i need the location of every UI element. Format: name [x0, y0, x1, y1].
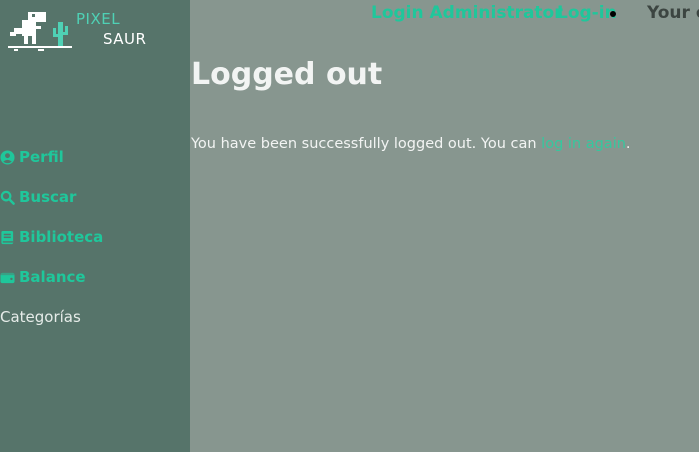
message-text: You have been successfully logged out. Y… — [191, 136, 542, 152]
sidebar-item-label: Categorías — [0, 308, 81, 326]
sidebar-item-label: Buscar — [19, 188, 77, 206]
sidebar-item-perfil[interactable]: Perfil — [0, 137, 190, 177]
sidebar-item-label: Perfil — [19, 148, 64, 166]
sidebar-item-buscar[interactable]: Buscar — [0, 177, 190, 217]
login-again-link[interactable]: log in again — [541, 136, 626, 152]
top-navbar: Login Administrator Log-in Your o — [0, 0, 699, 28]
user-circle-icon — [0, 149, 15, 165]
login-administrator-link[interactable]: Login Administrator — [371, 3, 563, 23]
message-end: . — [625, 136, 631, 152]
sidebar-item-balance[interactable]: Balance — [0, 257, 190, 297]
sidebar: PIXEL SAUR Perfil Buscar Biblioteca Bala… — [0, 0, 190, 452]
book-icon — [1, 230, 14, 244]
sidebar-nav: Perfil Buscar Biblioteca Balance Categor… — [0, 137, 190, 337]
sidebar-item-categorias[interactable]: Categorías — [0, 297, 190, 337]
brand-word-saur: SAUR — [103, 30, 147, 48]
bullet-dot — [610, 11, 616, 17]
logout-message: You have been successfully logged out. Y… — [191, 136, 631, 152]
sidebar-item-biblioteca[interactable]: Biblioteca — [0, 217, 190, 257]
top-right-text: Your o — [647, 3, 699, 23]
wallet-icon — [0, 272, 15, 283]
page-title: Logged out — [191, 57, 383, 92]
login-link[interactable]: Log-in — [557, 3, 617, 23]
sidebar-item-label: Balance — [19, 268, 86, 286]
sidebar-item-label: Biblioteca — [19, 228, 104, 246]
search-icon — [0, 190, 15, 205]
